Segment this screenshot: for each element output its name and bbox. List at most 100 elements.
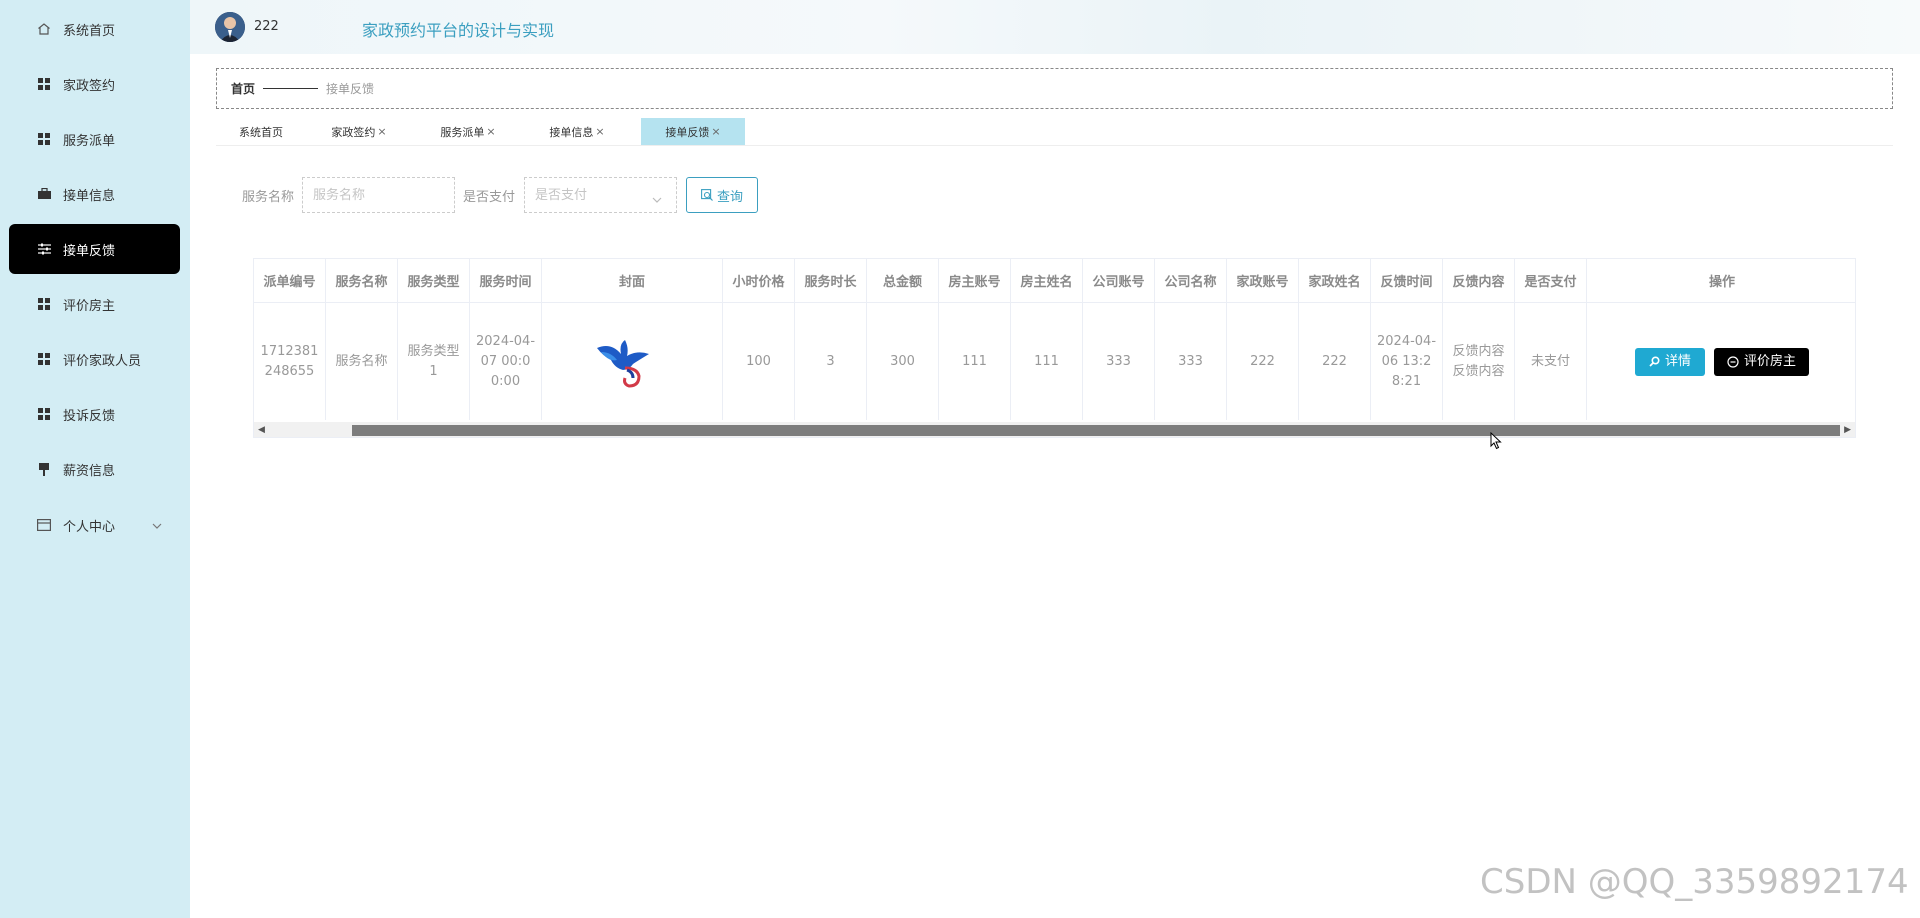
sidebar-item-label: 投诉反馈 <box>63 408 116 424</box>
table-cell: 111 <box>1011 303 1083 420</box>
tag-label: 服务派单 <box>440 125 485 139</box>
table-cell: 3 <box>795 303 867 420</box>
tag-order-feedback[interactable]: 接单反馈 × <box>641 118 745 145</box>
table-cell: 1712381248655 <box>254 303 326 420</box>
tag-label: 系统首页 <box>239 125 283 139</box>
column-header: 总金额 <box>867 259 939 303</box>
service-name-input[interactable] <box>302 177 455 213</box>
tag-label: 接单信息 <box>549 125 594 139</box>
table-cell: 2024-04-06 13:28:21 <box>1371 303 1443 420</box>
sidebar-item-order-feedback[interactable]: 接单反馈 <box>9 224 180 274</box>
column-header: 小时价格 <box>723 259 795 303</box>
table-cell: 333 <box>1155 303 1227 420</box>
app-title: 家政预约平台的设计与实现 <box>362 21 555 40</box>
sidebar-item-rate-owner[interactable]: 评价房主 <box>9 279 180 329</box>
scroll-left-arrow-icon[interactable]: ◀ <box>258 425 265 435</box>
sidebar-item-label: 接单反馈 <box>63 243 116 259</box>
actions-cell: 详情 评价房主 <box>1587 303 1855 420</box>
table-cell: 服务名称 <box>326 303 398 420</box>
tag-dispatch[interactable]: 服务派单 × <box>423 118 513 145</box>
column-header: 服务类型 <box>398 259 470 303</box>
avatar[interactable] <box>215 12 245 42</box>
table-cell: 222 <box>1299 303 1371 420</box>
table-cell: 服务类型1 <box>398 303 470 420</box>
tags-bar: 系统首页 家政签约 × 服务派单 × 接单信息 × 接单反馈 × <box>216 118 1893 146</box>
column-header: 房主姓名 <box>1011 259 1083 303</box>
sidebar-item-home[interactable]: 系统首页 <box>9 4 180 54</box>
column-header: 封面 <box>542 259 723 303</box>
chevron-down-icon <box>652 188 662 207</box>
briefcase-icon <box>37 187 51 201</box>
close-icon[interactable]: × <box>377 125 386 138</box>
column-header: 房主账号 <box>939 259 1011 303</box>
grid-icon <box>37 77 51 91</box>
paid-label: 是否支付 <box>463 190 516 205</box>
column-header: 是否支付 <box>1515 259 1587 303</box>
breadcrumb: 首页 接单反馈 <box>216 68 1893 109</box>
tag-contract[interactable]: 家政签约 × <box>314 118 404 145</box>
sidebar-item-complaint[interactable]: 投诉反馈 <box>9 389 180 439</box>
column-header: 公司账号 <box>1083 259 1155 303</box>
detail-button[interactable]: 详情 <box>1635 347 1705 376</box>
column-header: 派单编号 <box>254 259 326 303</box>
column-header: 公司名称 <box>1155 259 1227 303</box>
close-icon[interactable]: × <box>486 125 495 138</box>
table-cell: 反馈内容反馈内容 <box>1443 303 1515 420</box>
scroll-right-arrow-icon[interactable]: ▶ <box>1844 425 1851 435</box>
minus-circle-icon <box>1727 355 1739 368</box>
grid-icon <box>37 297 51 311</box>
table-cell: 300 <box>867 303 939 420</box>
mouse-cursor-icon <box>1490 431 1502 454</box>
detail-label: 详情 <box>1664 353 1691 369</box>
column-header: 服务名称 <box>326 259 398 303</box>
sidebar-item-label: 薪资信息 <box>63 463 116 479</box>
sidebar-item-salary[interactable]: 薪资信息 <box>9 444 180 494</box>
tag-order-info[interactable]: 接单信息 × <box>532 118 622 145</box>
sidebar-item-order-info[interactable]: 接单信息 <box>9 169 180 219</box>
rate-owner-button[interactable]: 评价房主 <box>1714 347 1809 376</box>
sidebar-item-label: 评价房主 <box>63 298 116 314</box>
query-button[interactable]: 查询 <box>686 177 758 213</box>
rate-owner-label: 评价房主 <box>1743 353 1796 369</box>
close-icon[interactable]: × <box>711 125 720 138</box>
column-header: 操作 <box>1587 259 1855 303</box>
top-header: 222 家政预约平台的设计与实现 <box>190 0 1920 54</box>
close-icon[interactable]: × <box>595 125 604 138</box>
tag-label: 家政签约 <box>331 125 376 139</box>
cover-cell <box>542 303 723 420</box>
breadcrumb-separator <box>263 88 319 89</box>
card-icon <box>37 518 51 532</box>
sidebar-item-label: 服务派单 <box>63 133 116 149</box>
scrollbar-thumb[interactable] <box>352 425 1840 436</box>
search-icon <box>1649 356 1660 367</box>
table-cell: 222 <box>1227 303 1299 420</box>
tag-home[interactable]: 系统首页 <box>216 118 306 145</box>
home-icon <box>37 22 51 36</box>
breadcrumb-home[interactable]: 首页 <box>231 80 255 97</box>
column-header: 反馈内容 <box>1443 259 1515 303</box>
grid-icon <box>37 352 51 366</box>
chevron-down-icon <box>152 518 162 533</box>
sidebar-item-label: 家政签约 <box>63 78 116 94</box>
sidebar-item-dispatch[interactable]: 服务派单 <box>9 114 180 164</box>
column-header: 家政账号 <box>1227 259 1299 303</box>
grid-icon <box>37 407 51 421</box>
service-name-label: 服务名称 <box>242 190 295 205</box>
sidebar-item-label: 系统首页 <box>63 23 116 39</box>
cover-image <box>593 334 657 390</box>
username: 222 <box>254 19 279 34</box>
watermark: CSDN @QQ_3359892174 <box>1480 862 1909 902</box>
column-header: 服务时长 <box>795 259 867 303</box>
sliders-icon <box>37 242 51 256</box>
sidebar-item-rate-staff[interactable]: 评价家政人员 <box>9 334 180 384</box>
sidebar-item-label: 个人中心 <box>63 519 116 535</box>
grid-icon <box>37 132 51 146</box>
sidebar-item-contract[interactable]: 家政签约 <box>9 59 180 109</box>
query-label: 查询 <box>716 189 743 205</box>
tag-label: 接单反馈 <box>665 125 710 139</box>
sidebar-item-profile[interactable]: 个人中心 <box>9 500 180 550</box>
column-header: 家政姓名 <box>1299 259 1371 303</box>
data-table: 派单编号 服务名称 服务类型 服务时间 封面 小时价格 服务时长 总金额 房主账… <box>253 258 1856 438</box>
table-cell: 100 <box>723 303 795 420</box>
horizontal-scrollbar[interactable]: ◀ ▶ <box>254 422 1855 437</box>
